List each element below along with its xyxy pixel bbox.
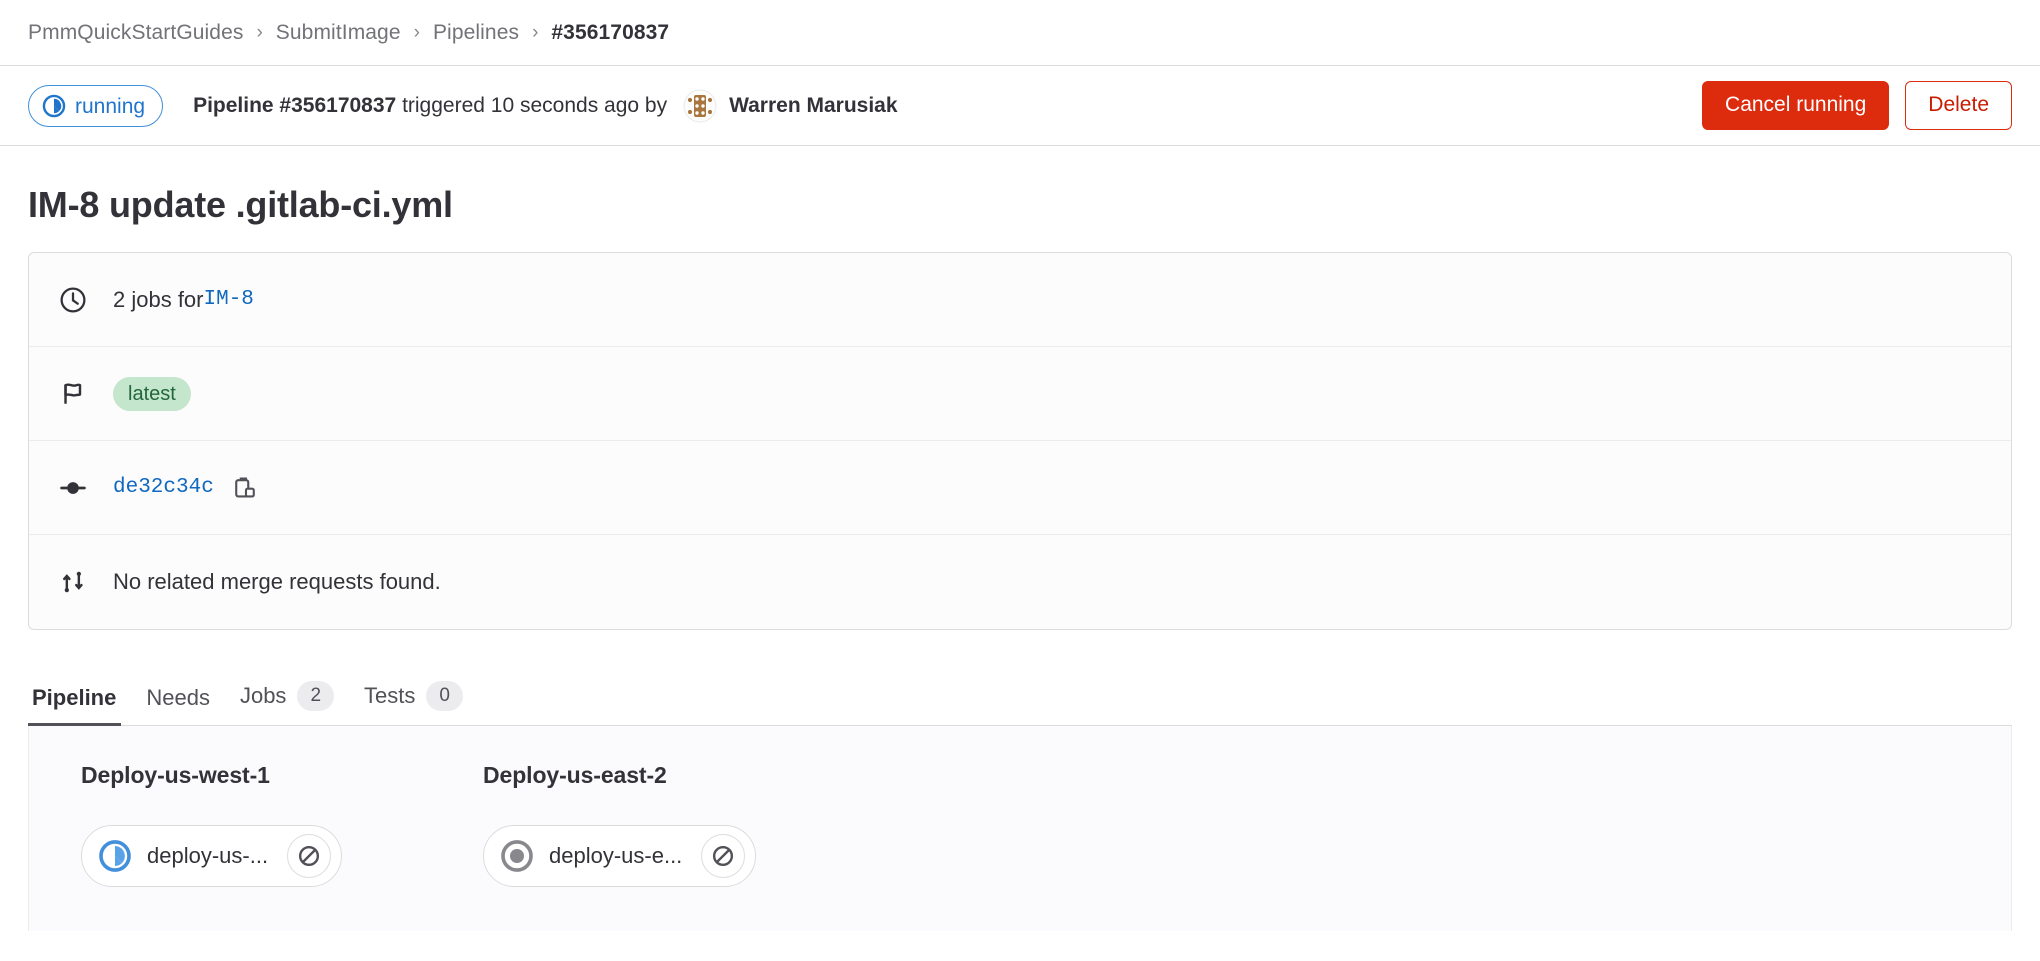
breadcrumb-item-pipelines[interactable]: Pipelines [433, 21, 519, 45]
commit-sha-link[interactable]: de32c34c [113, 476, 214, 499]
stage-column-deploy-us-east-2: Deploy-us-east-2 deploy-us-e... [431, 762, 833, 931]
breadcrumb-separator: › [532, 22, 538, 44]
pipeline-info-card: 2 jobs for IM-8 latest de32c34c [28, 252, 2012, 630]
tab-tests-label: Tests [364, 683, 415, 709]
job-pill-deploy-us-east[interactable]: deploy-us-e... [483, 825, 756, 887]
cancel-icon[interactable] [287, 834, 331, 878]
breadcrumb-separator: › [414, 22, 420, 44]
pipeline-author-link[interactable]: Warren Marusiak [729, 94, 897, 118]
job-name: deploy-us-... [147, 843, 268, 869]
pipeline-tabs: Pipeline Needs Jobs 2 Tests 0 [28, 668, 2012, 726]
info-row-tag: latest [29, 347, 2011, 441]
job-name: deploy-us-e... [549, 843, 682, 869]
tab-jobs-label: Jobs [240, 683, 286, 709]
pipeline-header-actions: Cancel running Delete [1702, 81, 2012, 129]
pipeline-graph: Deploy-us-west-1 deploy-us-... [28, 726, 2012, 931]
breadcrumb: PmmQuickStartGuides › SubmitImage › Pipe… [0, 0, 2040, 66]
pipeline-trigger-time: triggered 10 seconds ago by [402, 94, 667, 118]
job-pill-deploy-us-west[interactable]: deploy-us-... [81, 825, 342, 887]
cancel-running-button[interactable]: Cancel running [1702, 81, 1889, 129]
status-running-icon [98, 839, 132, 873]
merge-request-icon [59, 568, 87, 596]
tab-pipeline[interactable]: Pipeline [28, 685, 131, 725]
latest-tag-badge: latest [113, 377, 191, 411]
info-row-merge-request: No related merge requests found. [29, 535, 2011, 629]
commit-icon [59, 474, 87, 502]
breadcrumb-item-project[interactable]: SubmitImage [276, 21, 401, 45]
tab-needs-label: Needs [146, 685, 210, 711]
info-row-jobs: 2 jobs for IM-8 [29, 253, 2011, 347]
stage-title: Deploy-us-east-2 [483, 762, 833, 789]
clock-icon [59, 286, 87, 314]
pipeline-status-header: running Pipeline #356170837 triggered 10… [0, 66, 2040, 146]
status-badge-label: running [75, 96, 145, 117]
flag-icon [59, 380, 87, 408]
tab-tests[interactable]: Tests 0 [349, 681, 478, 725]
status-badge[interactable]: running [28, 85, 163, 127]
pipeline-id-label: Pipeline #356170837 [193, 94, 396, 118]
avatar[interactable] [683, 89, 717, 123]
status-running-icon [42, 94, 66, 118]
tab-pipeline-label: Pipeline [32, 685, 116, 711]
jobs-count-text: 2 jobs for [113, 287, 204, 313]
tab-jobs[interactable]: Jobs 2 [225, 681, 349, 725]
pipeline-trigger-info: Pipeline #356170837 triggered 10 seconds… [193, 89, 897, 123]
status-created-icon [500, 839, 534, 873]
breadcrumb-item-pipeline-id: #356170837 [551, 21, 669, 45]
tab-needs[interactable]: Needs [131, 685, 225, 725]
delete-button[interactable]: Delete [1905, 81, 2012, 129]
stage-column-deploy-us-west-1: Deploy-us-west-1 deploy-us-... [29, 762, 431, 931]
breadcrumb-separator: › [256, 22, 262, 44]
pipeline-ref-link[interactable]: IM-8 [204, 288, 254, 311]
merge-request-text: No related merge requests found. [113, 569, 441, 595]
copy-to-clipboard-icon[interactable] [230, 473, 260, 503]
tab-tests-count: 0 [426, 681, 463, 711]
pipeline-detail-page: PmmQuickStartGuides › SubmitImage › Pipe… [0, 0, 2040, 961]
tab-jobs-count: 2 [297, 681, 334, 711]
info-row-commit: de32c34c [29, 441, 2011, 535]
stage-title: Deploy-us-west-1 [81, 762, 431, 789]
page-title: IM-8 update .gitlab-ci.yml [0, 146, 2040, 252]
breadcrumb-item-project-group[interactable]: PmmQuickStartGuides [28, 21, 243, 45]
cancel-icon[interactable] [701, 834, 745, 878]
